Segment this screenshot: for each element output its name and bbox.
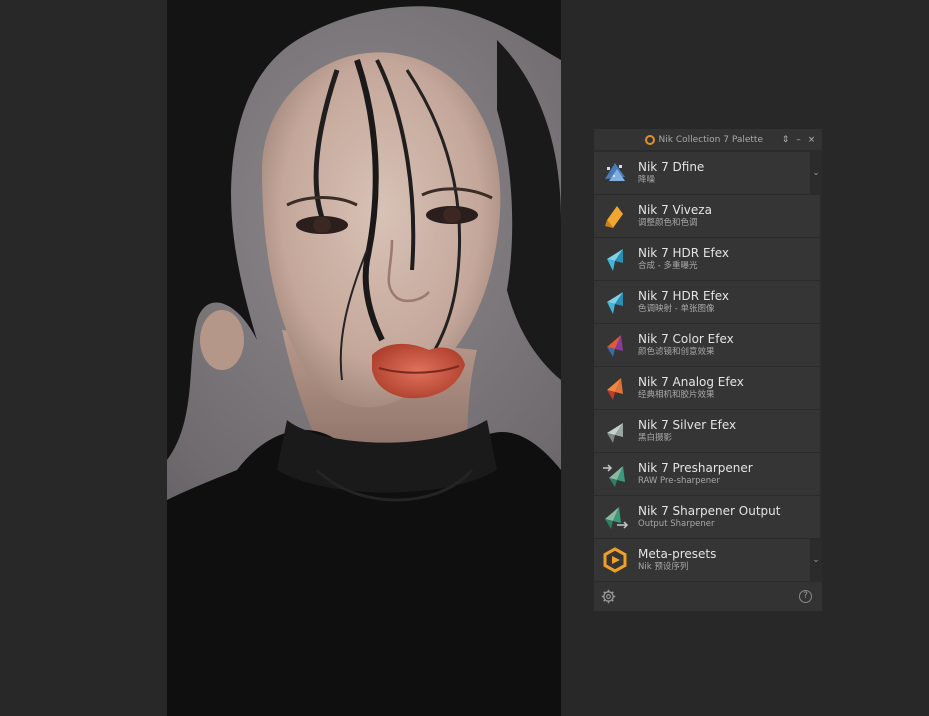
presharpener-icon — [603, 464, 625, 487]
palette-footer: ? — [594, 582, 822, 611]
item-subtitle: 降噪 — [638, 175, 656, 185]
photo-canvas — [167, 0, 561, 716]
hdr-efex-icon — [607, 292, 623, 314]
chevron-down-icon[interactable]: ⌄ — [811, 555, 821, 565]
palette-item-meta-presets[interactable]: Meta-presets Nik 预设序列 — [594, 539, 810, 581]
item-name: Nik 7 Viveza — [638, 203, 712, 217]
portrait-image — [167, 0, 561, 716]
palette-item-presharpener[interactable]: Nik 7 Presharpener RAW Pre-sharpener — [594, 453, 820, 495]
palette-item-sharpener-output[interactable]: Nik 7 Sharpener Output Output Sharpener — [594, 496, 820, 538]
close-icon[interactable]: × — [807, 135, 816, 145]
hdr-efex-icon — [607, 249, 623, 271]
item-name: Nik 7 Sharpener Output — [638, 504, 781, 518]
item-name: Nik 7 HDR Efex — [638, 289, 730, 303]
item-subtitle: 黑白摄影 — [638, 433, 673, 443]
item-name: Nik 7 Silver Efex — [638, 418, 737, 432]
sharpener-output-icon — [605, 507, 629, 529]
chevron-down-icon[interactable]: ⌄ — [811, 168, 821, 178]
palette-item-analog-efex[interactable]: Nik 7 Analog Efex 经典相机和胶片效果 — [594, 367, 820, 409]
dfine-icon — [605, 163, 625, 181]
item-subtitle: 色调映射 - 单张图像 — [638, 304, 715, 314]
palette-titlebar[interactable]: Nik Collection 7 Palette ⇕ – × — [594, 129, 822, 150]
palette-item-dfine[interactable]: Nik 7 Dfine 降噪 — [594, 152, 810, 194]
help-icon[interactable]: ? — [799, 590, 812, 603]
item-name: Nik 7 Dfine — [638, 160, 705, 174]
color-efex-icon — [607, 335, 623, 357]
viveza-icon — [605, 206, 623, 228]
item-subtitle: 调整颜色和色调 — [638, 218, 698, 228]
item-subtitle: 合成 - 多重曝光 — [638, 261, 698, 271]
item-subtitle: Nik 预设序列 — [638, 562, 689, 572]
item-name: Nik 7 HDR Efex — [638, 246, 730, 260]
item-name: Meta-presets — [638, 547, 717, 561]
silver-efex-icon — [607, 423, 623, 443]
nik-logo-icon — [644, 134, 655, 145]
palette-item-color-efex[interactable]: Nik 7 Color Efex 颜色滤镜和创意效果 — [594, 324, 820, 366]
item-name: Nik 7 Presharpener — [638, 461, 753, 475]
analog-efex-icon — [607, 378, 623, 400]
palette-item-viveza[interactable]: Nik 7 Viveza 调整颜色和色调 — [594, 195, 820, 237]
item-name: Nik 7 Color Efex — [638, 332, 734, 346]
meta-presets-icon — [603, 547, 627, 573]
palette-item-silver-efex[interactable]: Nik 7 Silver Efex 黑白摄影 — [594, 410, 820, 452]
item-name: Nik 7 Analog Efex — [638, 375, 744, 389]
palette-item-hdr-efex-tonemap[interactable]: Nik 7 HDR Efex 色调映射 - 单张图像 — [594, 281, 820, 323]
item-subtitle: 经典相机和胶片效果 — [638, 390, 715, 400]
item-subtitle: 颜色滤镜和创意效果 — [638, 347, 715, 357]
nik-palette: Nik Collection 7 Palette ⇕ – × Nik 7 Dfi… — [594, 129, 822, 611]
palette-item-hdr-efex-merge[interactable]: Nik 7 HDR Efex 合成 - 多重曝光 — [594, 238, 820, 280]
minimize-icon[interactable]: – — [794, 135, 803, 145]
palette-title: Nik Collection 7 Palette — [658, 134, 763, 145]
item-subtitle: RAW Pre-sharpener — [638, 476, 720, 486]
gear-icon[interactable] — [601, 589, 616, 604]
move-icon[interactable]: ⇕ — [781, 135, 790, 145]
item-subtitle: Output Sharpener — [638, 519, 715, 529]
